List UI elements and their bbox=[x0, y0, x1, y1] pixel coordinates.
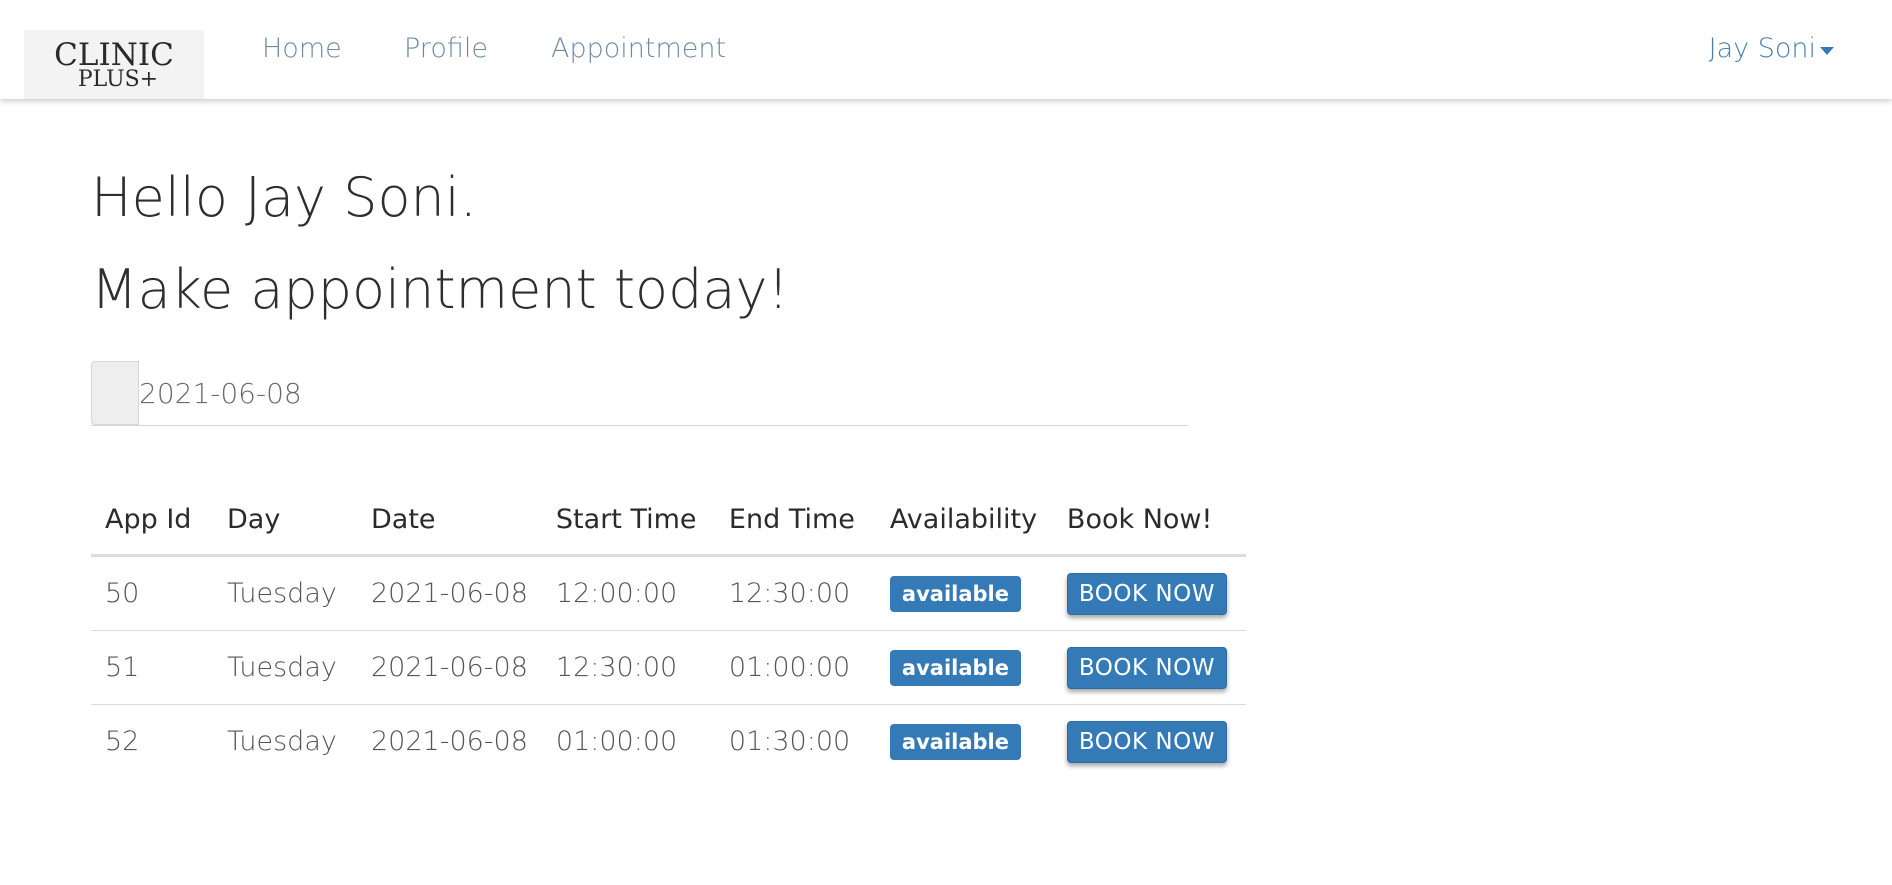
cell-day: Tuesday bbox=[227, 726, 337, 757]
cell-start-time: 01:00:00 bbox=[555, 726, 678, 757]
date-input[interactable] bbox=[139, 361, 1188, 425]
greeting-heading: Hello Jay Soni. bbox=[91, 166, 477, 229]
column-header: Date bbox=[357, 484, 542, 557]
cell-end-time: 12:30:00 bbox=[714, 555, 876, 631]
column-header: Day bbox=[213, 484, 357, 557]
column-header: App Id bbox=[91, 484, 213, 557]
caret-down-icon bbox=[1820, 47, 1834, 55]
cell-start-time: 12:00:00 bbox=[541, 555, 715, 631]
cell-date: 2021-06-08 bbox=[371, 726, 528, 757]
calendar-addon-icon[interactable] bbox=[91, 361, 139, 425]
cell-end-time: 01:30:00 bbox=[728, 726, 851, 757]
logo-main-text: CLINIC bbox=[54, 36, 174, 73]
book-now-button[interactable]: BOOK NOW bbox=[1066, 572, 1227, 615]
cell-book: BOOK NOW bbox=[1052, 555, 1246, 631]
nav-link-appointment[interactable]: Appointment bbox=[551, 31, 726, 67]
cell-day: Tuesday bbox=[213, 630, 357, 705]
nav-link-home[interactable]: Home bbox=[262, 31, 342, 67]
cell-date: 2021-06-08 bbox=[357, 630, 542, 705]
date-picker-group bbox=[91, 361, 1188, 426]
cell-app-id: 50 bbox=[91, 555, 213, 631]
nav-link-profile[interactable]: Profile bbox=[404, 31, 488, 67]
cell-day: Tuesday bbox=[213, 555, 357, 631]
column-header: End Time bbox=[714, 484, 876, 557]
user-name-label: Jay Soni bbox=[1708, 33, 1816, 64]
availability-badge: available bbox=[889, 649, 1021, 686]
appointments-table: App Id Day Date Start Time End Time Avai… bbox=[91, 484, 1246, 778]
top-navbar: CLINIC PLUS+ Home Profile Appointment Ja… bbox=[0, 0, 1892, 99]
appointment-subheading: Make appointment today! bbox=[91, 258, 790, 321]
cell-book: BOOK NOW bbox=[1053, 705, 1246, 779]
book-now-button[interactable]: BOOK NOW bbox=[1066, 720, 1227, 763]
cell-availability: available bbox=[875, 630, 1053, 705]
column-header: Start Time bbox=[541, 484, 715, 557]
cell-end-time: 01:00:00 bbox=[714, 630, 876, 705]
column-header: Book Now! bbox=[1052, 484, 1246, 557]
logo-sub-text: PLUS+ bbox=[77, 66, 159, 92]
cell-app-id: 52 bbox=[105, 726, 140, 757]
table-row: 51 Tuesday 2021-06-08 12:30:00 01:00:00 … bbox=[91, 630, 1246, 705]
availability-badge: available bbox=[889, 575, 1021, 612]
clinic-plus-logo[interactable]: CLINIC PLUS+ bbox=[24, 30, 204, 99]
table-header-row: App Id Day Date Start Time End Time Avai… bbox=[91, 484, 1246, 557]
column-header: Availability bbox=[875, 484, 1053, 557]
user-dropdown[interactable]: Jay Soni bbox=[1709, 31, 1834, 67]
cell-availability: available bbox=[876, 705, 1053, 779]
cell-date: 2021-06-08 bbox=[357, 555, 542, 631]
cell-availability: available bbox=[875, 555, 1053, 631]
table-row: 50 Tuesday 2021-06-08 12:00:00 12:30:00 … bbox=[91, 555, 1246, 631]
cell-app-id: 51 bbox=[91, 630, 213, 705]
book-now-button[interactable]: BOOK NOW bbox=[1066, 646, 1227, 689]
cell-start-time: 12:30:00 bbox=[541, 630, 715, 705]
cell-book: BOOK NOW bbox=[1052, 630, 1246, 705]
availability-badge: available bbox=[889, 723, 1021, 760]
table-row: 52 Tuesday 2021-06-08 01:00:00 01:30:00 … bbox=[91, 705, 1246, 779]
